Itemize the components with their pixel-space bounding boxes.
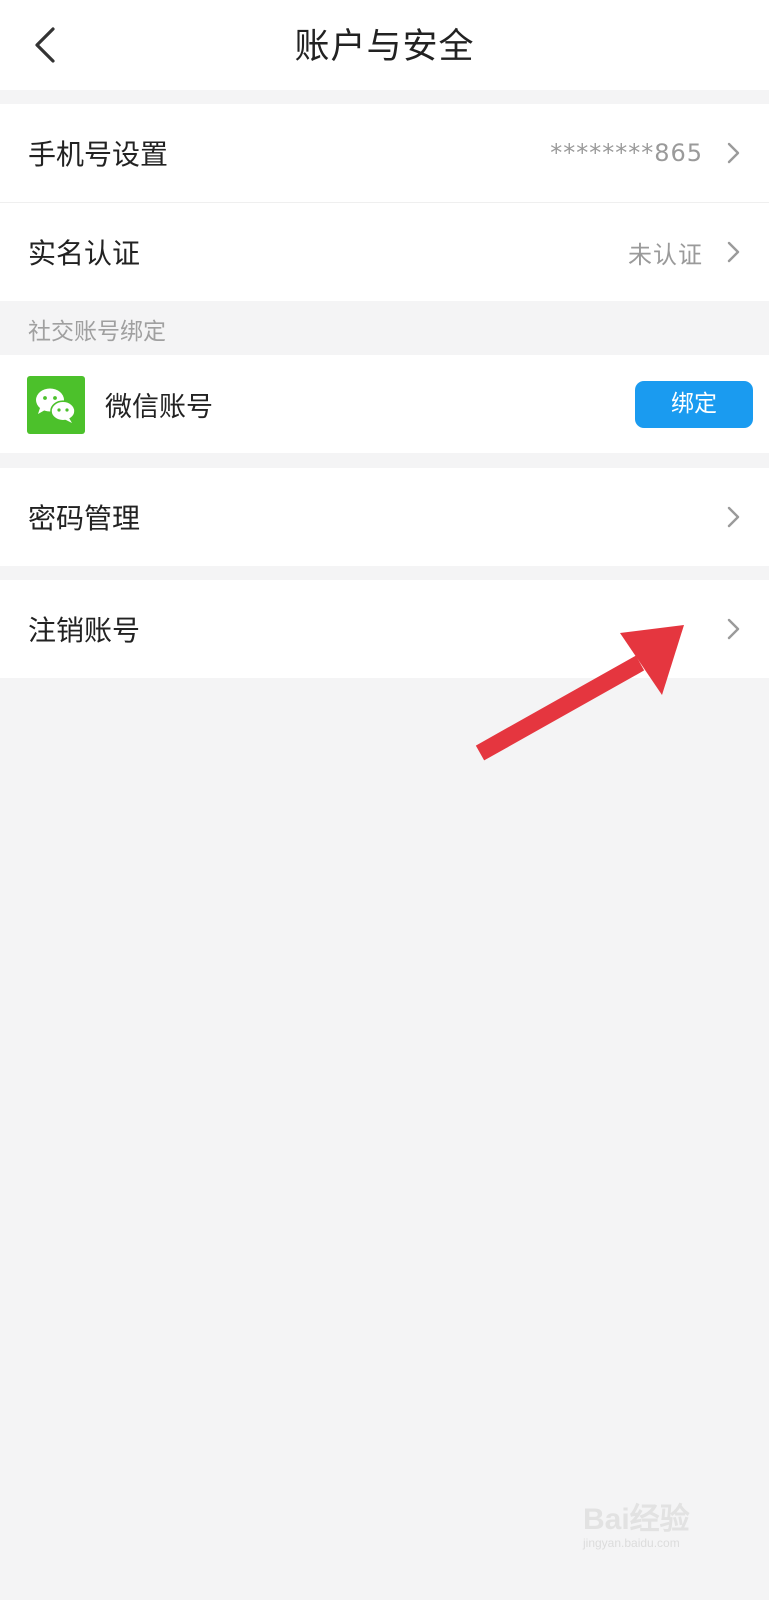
- watermark-text: Bai经验: [583, 1503, 690, 1536]
- chevron-right-icon: [727, 506, 740, 528]
- bind-wechat-button[interactable]: 绑定: [635, 381, 753, 428]
- phone-setting-row[interactable]: 手机号设置 ********865: [0, 104, 769, 202]
- chevron-right-icon: [727, 241, 740, 263]
- wechat-account-row: 微信账号 绑定: [0, 355, 769, 453]
- real-name-row[interactable]: 实名认证 未认证: [0, 202, 769, 301]
- watermark-url: jingyan.baidu.com: [583, 1536, 680, 1550]
- real-name-label: 实名认证: [28, 237, 141, 270]
- phone-number-value: ********865: [550, 139, 703, 167]
- real-name-status: 未认证: [628, 240, 703, 269]
- account-info-group: 手机号设置 ********865 实名认证 未认证: [0, 104, 769, 301]
- password-management-label: 密码管理: [28, 502, 141, 535]
- wechat-icon: [27, 376, 85, 434]
- deactivate-account-label: 注销账号: [28, 614, 141, 647]
- baidu-jingyan-watermark: Bai经验 jingyan.baidu.com: [573, 1488, 733, 1558]
- page-title: 账户与安全: [294, 27, 475, 67]
- deactivate-group: 注销账号: [0, 580, 769, 678]
- header-bar: 账户与安全: [0, 0, 769, 90]
- chevron-right-icon: [727, 618, 740, 640]
- phone-setting-label: 手机号设置: [28, 138, 169, 171]
- password-management-row[interactable]: 密码管理: [0, 468, 769, 566]
- account-security-page: 账户与安全 手机号设置 ********865 实名认证 未认证 社交账号绑定: [0, 0, 769, 1600]
- password-group: 密码管理: [0, 468, 769, 566]
- wechat-account-label: 微信账号: [105, 391, 213, 423]
- social-binding-section-label: 社交账号绑定: [28, 319, 166, 345]
- chevron-right-icon: [727, 142, 740, 164]
- social-binding-group: 微信账号 绑定: [0, 355, 769, 453]
- deactivate-account-row[interactable]: 注销账号: [0, 580, 769, 678]
